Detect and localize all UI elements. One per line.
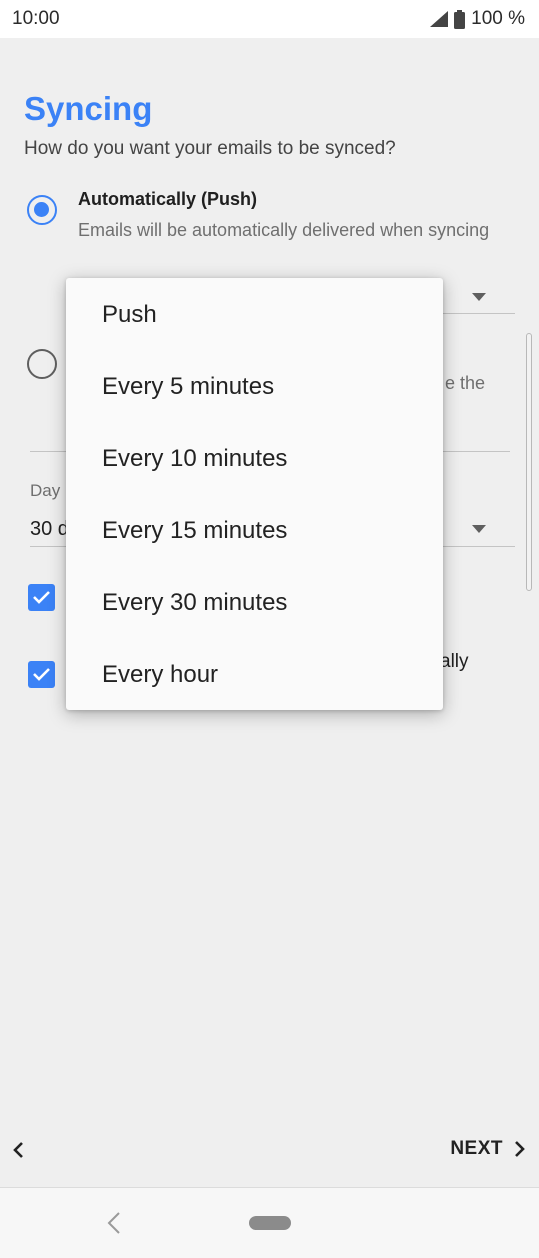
checkbox-sync-option-2[interactable]: [28, 661, 55, 688]
status-time: 10:00: [12, 8, 60, 29]
dropdown-item-every-5-minutes[interactable]: Every 5 minutes: [66, 351, 443, 423]
scrollbar[interactable]: [526, 333, 532, 591]
dropdown-item-every-30-minutes[interactable]: Every 30 minutes: [66, 567, 443, 639]
nav-home-pill[interactable]: [249, 1216, 291, 1230]
radio-manual[interactable]: [27, 349, 57, 379]
status-bar: 10:00 100 %: [0, 0, 539, 38]
dropdown-item-every-10-minutes[interactable]: Every 10 minutes: [66, 423, 443, 495]
checkbox-label-fragment: ally: [440, 651, 469, 672]
nav-back-icon[interactable]: [106, 1211, 122, 1235]
battery-level: 100 %: [471, 8, 525, 29]
dropdown-item-every-hour[interactable]: Every hour: [66, 639, 443, 711]
system-nav-bar: [0, 1188, 539, 1258]
days-label-fragment: Day: [30, 481, 61, 500]
radio-push[interactable]: [27, 195, 57, 225]
page-title: Syncing: [24, 90, 153, 127]
option-push-title: Automatically (Push): [78, 189, 258, 209]
next-button-label: NEXT: [450, 1138, 503, 1159]
days-value-fragment[interactable]: 30 d: [30, 518, 69, 541]
dropdown-caret-icon[interactable]: [472, 525, 486, 533]
option-push-description: Emails will be automatically delivered w…: [78, 220, 490, 240]
next-button[interactable]: NEXT: [450, 1138, 525, 1160]
page-subtitle: How do you want your emails to be synced…: [24, 138, 396, 159]
option-manual-text-fragment: e the: [445, 373, 486, 393]
battery-icon: [454, 9, 466, 29]
dropdown-caret-icon[interactable]: [472, 293, 486, 301]
chevron-right-icon: [515, 1141, 525, 1157]
chevron-left-icon[interactable]: [12, 1140, 26, 1160]
signal-icon: [430, 11, 449, 27]
status-indicators: 100 %: [430, 8, 525, 30]
push-interval-select-underline: [443, 313, 515, 314]
dropdown-item-every-15-minutes[interactable]: Every 15 minutes: [66, 495, 443, 567]
checkbox-sync-option-1[interactable]: [28, 584, 55, 611]
checkmark-icon: [33, 668, 50, 681]
dropdown-item-push[interactable]: Push: [66, 279, 443, 351]
sync-interval-dropdown-menu: Push Every 5 minutes Every 10 minutes Ev…: [66, 278, 443, 710]
checkmark-icon: [33, 591, 50, 604]
